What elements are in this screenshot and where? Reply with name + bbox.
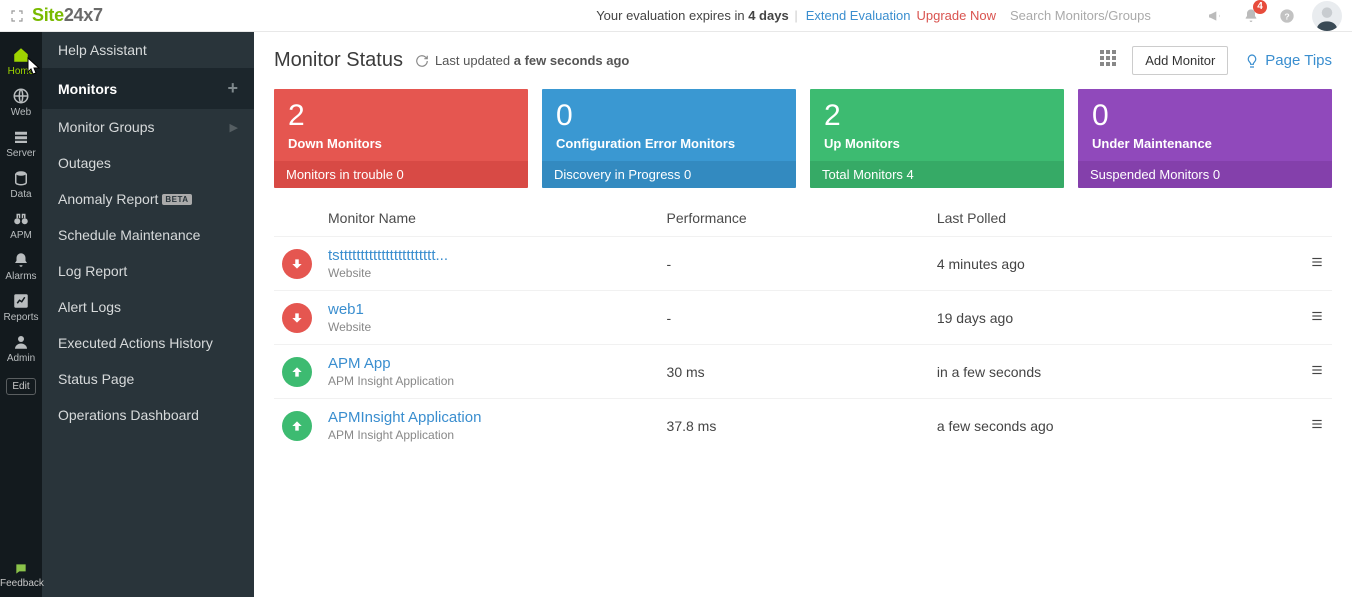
monitors-table: Monitor NamePerformanceLast Polled tsttt… xyxy=(274,202,1332,452)
monitor-name-link[interactable]: web1 xyxy=(328,301,651,318)
rail-item-data[interactable]: Data xyxy=(3,163,38,204)
card-up-monitors[interactable]: 2Up MonitorsTotal Monitors 4 xyxy=(810,89,1064,188)
expand-icon[interactable] xyxy=(10,9,24,23)
status-cards: 2Down MonitorsMonitors in trouble 00Conf… xyxy=(274,89,1332,188)
sidebar: Help AssistantMonitors+Monitor Groups▶Ou… xyxy=(42,32,254,597)
sidebar-item-help-assistant[interactable]: Help Assistant xyxy=(42,32,254,68)
rail-item-server[interactable]: Server xyxy=(3,122,38,163)
sidebar-item-status-page[interactable]: Status Page xyxy=(42,361,254,397)
rail-item-apm[interactable]: APM xyxy=(3,204,38,245)
user-avatar[interactable] xyxy=(1312,1,1342,31)
sidebar-item-monitors[interactable]: Monitors+ xyxy=(42,68,254,109)
sidebar-item-monitor-groups[interactable]: Monitor Groups▶ xyxy=(42,109,254,145)
status-up-icon xyxy=(282,357,312,387)
eval-notice: Your evaluation expires in 4 days xyxy=(596,8,789,23)
chevron-right-icon: ▶ xyxy=(230,121,238,134)
monitor-type: APM Insight Application xyxy=(328,428,651,442)
row-menu-icon[interactable] xyxy=(1302,291,1332,345)
help-icon[interactable]: ? xyxy=(1276,5,1298,27)
icon-rail: HomeWebServerDataAPMAlarmsReportsAdmin E… xyxy=(0,32,42,597)
performance-value: - xyxy=(659,237,929,291)
notification-badge: 4 xyxy=(1253,0,1267,14)
col-monitor-name: Monitor Name xyxy=(320,202,659,237)
card-under-maintenance[interactable]: 0Under MaintenanceSuspended Monitors 0 xyxy=(1078,89,1332,188)
col-performance: Performance xyxy=(659,202,929,237)
svg-text:?: ? xyxy=(1284,11,1289,21)
col-last-polled: Last Polled xyxy=(929,202,1302,237)
performance-value: 37.8 ms xyxy=(659,399,929,453)
monitor-type: Website xyxy=(328,266,651,280)
performance-value: - xyxy=(659,291,929,345)
monitor-type: APM Insight Application xyxy=(328,374,651,388)
logo[interactable]: Site24x7 xyxy=(32,5,103,26)
notification-icon[interactable]: 4 xyxy=(1240,5,1262,27)
page-title: Monitor Status xyxy=(274,49,403,72)
add-monitor-button[interactable]: Add Monitor xyxy=(1132,46,1228,75)
row-menu-icon[interactable] xyxy=(1302,237,1332,291)
sidebar-item-schedule-maintenance[interactable]: Schedule Maintenance xyxy=(42,217,254,253)
status-up-icon xyxy=(282,411,312,441)
monitor-name-link[interactable]: APM App xyxy=(328,355,651,372)
rail-item-alarms[interactable]: Alarms xyxy=(3,245,38,286)
last-updated: Last updated a few seconds ago xyxy=(435,53,629,68)
sidebar-item-operations-dashboard[interactable]: Operations Dashboard xyxy=(42,397,254,433)
monitor-name-link[interactable]: tsttttttttttttttttttttttt... xyxy=(328,247,651,264)
performance-value: 30 ms xyxy=(659,345,929,399)
announcement-icon[interactable] xyxy=(1204,5,1226,27)
sidebar-item-outages[interactable]: Outages xyxy=(42,145,254,181)
table-row: web1 Website-19 days ago xyxy=(274,291,1332,345)
last-polled-value: 19 days ago xyxy=(929,291,1302,345)
search-input[interactable] xyxy=(1010,8,1190,23)
last-polled-value: 4 minutes ago xyxy=(929,237,1302,291)
card-configuration-error-monitors[interactable]: 0Configuration Error MonitorsDiscovery i… xyxy=(542,89,796,188)
upgrade-now-link[interactable]: Upgrade Now xyxy=(917,8,997,23)
main-header: Monitor Status Last updated a few second… xyxy=(274,46,1332,75)
rail-item-reports[interactable]: Reports xyxy=(3,286,38,327)
row-menu-icon[interactable] xyxy=(1302,345,1332,399)
rail-item-admin[interactable]: Admin xyxy=(3,327,38,368)
monitor-type: Website xyxy=(328,320,651,334)
status-down-icon xyxy=(282,249,312,279)
feedback-button[interactable]: Feedback xyxy=(0,562,42,589)
rail-edit-button[interactable]: Edit xyxy=(6,378,35,395)
last-polled-value: a few seconds ago xyxy=(929,399,1302,453)
sidebar-item-executed-actions-history[interactable]: Executed Actions History xyxy=(42,325,254,361)
sidebar-item-log-report[interactable]: Log Report xyxy=(42,253,254,289)
table-row: APMInsight Application APM Insight Applic… xyxy=(274,399,1332,453)
rail-item-web[interactable]: Web xyxy=(3,81,38,122)
sidebar-item-anomaly-report[interactable]: Anomaly ReportBETA xyxy=(42,181,254,217)
rail-item-home[interactable]: Home xyxy=(3,40,38,81)
table-row: APM App APM Insight Application 30 msin a … xyxy=(274,345,1332,399)
last-polled-value: in a few seconds xyxy=(929,345,1302,399)
row-menu-icon[interactable] xyxy=(1302,399,1332,453)
main-content: Monitor Status Last updated a few second… xyxy=(254,32,1352,597)
apps-grid-icon[interactable] xyxy=(1100,50,1116,71)
refresh-icon[interactable] xyxy=(415,54,429,68)
add-icon[interactable]: + xyxy=(227,78,238,99)
card-down-monitors[interactable]: 2Down MonitorsMonitors in trouble 0 xyxy=(274,89,528,188)
table-row: tsttttttttttttttttttttttt... Website-4 mi… xyxy=(274,237,1332,291)
page-tips-link[interactable]: Page Tips xyxy=(1244,52,1332,69)
sidebar-item-alert-logs[interactable]: Alert Logs xyxy=(42,289,254,325)
extend-evaluation-link[interactable]: Extend Evaluation xyxy=(806,8,911,23)
topbar: Site24x7 Your evaluation expires in 4 da… xyxy=(0,0,1352,32)
status-down-icon xyxy=(282,303,312,333)
monitor-name-link[interactable]: APMInsight Application xyxy=(328,409,651,426)
